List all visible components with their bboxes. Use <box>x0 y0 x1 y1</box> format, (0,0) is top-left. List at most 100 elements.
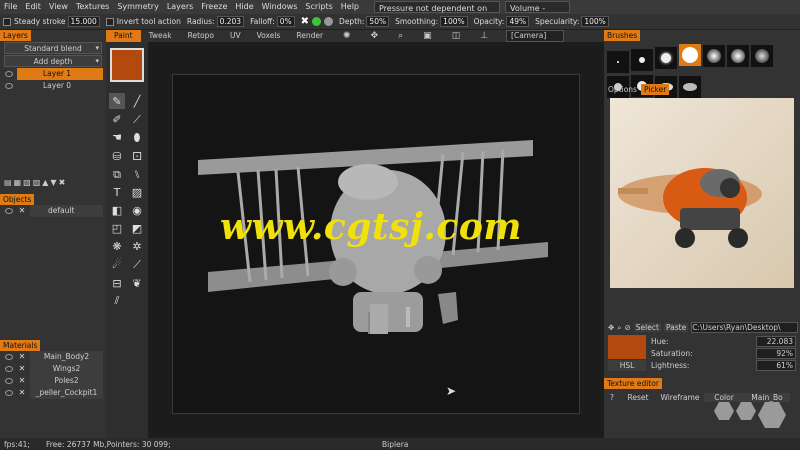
material-dropdown[interactable]: Main_Bo <box>744 392 790 402</box>
picker-color-swatch[interactable] <box>608 335 646 359</box>
texture-editor-title[interactable]: Texture editor <box>604 378 662 389</box>
invert-checkbox[interactable] <box>105 17 114 26</box>
wand-icon[interactable]: ☄ <box>109 257 125 273</box>
fill-icon[interactable]: ⛁ <box>109 148 125 164</box>
steady-stroke-field[interactable]: 15.000 <box>67 16 100 27</box>
new-layer-icon[interactable]: ▦ <box>14 178 22 187</box>
brush-item[interactable] <box>655 47 677 69</box>
reference-image[interactable] <box>610 98 794 288</box>
eye-tool-icon[interactable]: ◉ <box>129 203 145 219</box>
brush-item[interactable] <box>751 45 773 67</box>
close-icon[interactable]: ✕ <box>17 205 27 217</box>
help-button[interactable]: ? <box>604 393 620 402</box>
close-icon[interactable]: ✕ <box>17 387 27 399</box>
zoom-icon[interactable]: ⌕ <box>617 323 621 333</box>
tab-render[interactable]: Render <box>288 30 331 42</box>
brush-item[interactable] <box>607 51 629 73</box>
brush-item[interactable] <box>679 44 701 66</box>
move-icon[interactable]: ✥ <box>363 30 387 42</box>
pressure-dropdown[interactable]: Pressure not dependent on color <box>374 1 500 27</box>
brush-item[interactable] <box>703 45 725 67</box>
close-icon[interactable]: ✕ <box>17 375 27 387</box>
axis-icon[interactable]: ⊥ <box>472 30 496 42</box>
merge-icon[interactable]: ▨ <box>33 178 41 187</box>
menu-scripts[interactable]: Scripts <box>301 0 336 14</box>
green-sphere-icon[interactable] <box>312 17 322 26</box>
menu-layers[interactable]: Layers <box>163 0 197 14</box>
up-arrow-icon[interactable]: ▲ <box>42 178 48 187</box>
eye-icon[interactable] <box>5 390 13 396</box>
saturation-field[interactable]: 92% <box>756 347 796 359</box>
objects-title[interactable]: Objects <box>0 194 35 205</box>
blend-mode-dropdown[interactable]: Standard blend <box>4 42 102 54</box>
eye-icon[interactable] <box>5 366 13 372</box>
clone-icon[interactable]: ⬮ <box>129 130 145 146</box>
pencil-icon[interactable]: ╱ <box>129 93 145 109</box>
tab-voxels[interactable]: Voxels <box>249 30 289 42</box>
color-dropdown[interactable]: Color <box>704 392 744 402</box>
wireframe-button[interactable]: Wireframe <box>656 393 704 402</box>
smoothing-field[interactable]: 100% <box>440 16 468 27</box>
text-icon[interactable]: T <box>109 185 125 201</box>
airbrush-icon[interactable]: ✐ <box>109 111 125 127</box>
cube-tool-icon[interactable]: ◰ <box>109 221 125 237</box>
gray-sphere-icon[interactable] <box>324 17 334 26</box>
path-icon[interactable]: ⑊ <box>129 166 145 182</box>
opacity-field[interactable]: 49% <box>506 16 530 27</box>
tab-options[interactable]: Options <box>604 84 641 95</box>
sun-icon[interactable]: ✺ <box>335 30 359 42</box>
menu-edit[interactable]: Edit <box>21 0 45 14</box>
image-icon[interactable]: ▨ <box>129 185 145 201</box>
object-row[interactable]: ✕ default <box>0 205 106 217</box>
eye-icon[interactable] <box>5 354 13 360</box>
ruler-icon[interactable]: ⫽ <box>109 293 125 309</box>
close-icon[interactable]: ✕ <box>17 351 27 363</box>
cube-icon[interactable]: ◫ <box>444 30 469 42</box>
line-icon[interactable]: ⟋ <box>129 112 145 128</box>
menu-freeze[interactable]: Freeze <box>197 0 231 14</box>
brush-icon[interactable]: ✎ <box>109 93 125 109</box>
reset-button[interactable]: Reset <box>620 393 656 402</box>
close-icon[interactable]: ✖ <box>301 16 309 27</box>
materials-title[interactable]: Materials <box>0 340 41 351</box>
down-arrow-icon[interactable]: ▼ <box>50 178 56 187</box>
menu-hide[interactable]: Hide <box>231 0 257 14</box>
menu-symmetry[interactable]: Symmetry <box>113 0 162 14</box>
steady-stroke-checkbox[interactable] <box>3 17 11 26</box>
color-swatch[interactable] <box>110 48 144 82</box>
delete-icon[interactable]: ✖ <box>59 178 66 187</box>
menu-windows[interactable]: Windows <box>258 0 302 14</box>
hsl-button[interactable]: HSL <box>608 360 646 371</box>
tab-uv[interactable]: UV <box>222 30 249 42</box>
frame-icon[interactable]: ▣ <box>415 30 440 42</box>
butterfly-icon[interactable]: ❦ <box>129 275 145 291</box>
select-button[interactable]: Select <box>633 323 661 332</box>
material-row[interactable]: ✕ _peller_Cockpit1 <box>0 387 106 399</box>
folder-icon[interactable]: ▤ <box>4 178 12 187</box>
dropper-icon[interactable]: ⟋ <box>129 257 145 273</box>
material-row[interactable]: ✕ Poles2 <box>0 375 106 387</box>
brush-item[interactable] <box>727 45 749 67</box>
tab-paint[interactable]: Paint <box>106 30 141 42</box>
layers-title[interactable]: Layers <box>0 30 31 41</box>
lightness-field[interactable]: 61% <box>756 359 796 371</box>
eye-icon[interactable] <box>5 378 13 384</box>
falloff-field[interactable]: 0% <box>276 16 295 27</box>
brushes-title[interactable]: Brushes <box>604 30 641 41</box>
tab-tweak[interactable]: Tweak <box>141 30 180 42</box>
layers-icon[interactable]: ⧉ <box>109 167 125 183</box>
eye-icon[interactable] <box>5 208 13 214</box>
tab-retopo[interactable]: Retopo <box>180 30 222 42</box>
brush-item[interactable] <box>631 49 653 71</box>
gear-icon[interactable]: ❋ <box>109 239 125 255</box>
smudge-icon[interactable]: ☚ <box>109 130 125 146</box>
close-icon[interactable]: ✕ <box>17 363 27 375</box>
hue-field[interactable]: 22.083 <box>756 335 796 347</box>
paste-button[interactable]: Paste <box>663 323 689 332</box>
menu-view[interactable]: View <box>45 0 72 14</box>
camera-dropdown[interactable]: [Camera] <box>506 30 565 42</box>
depth-field[interactable]: 50% <box>366 16 390 27</box>
no-icon[interactable]: ⊘ <box>625 323 631 332</box>
3d-viewport[interactable]: www.cgtsj.com ➤ <box>148 42 604 438</box>
layer-row[interactable]: Layer 1 <box>0 68 106 80</box>
